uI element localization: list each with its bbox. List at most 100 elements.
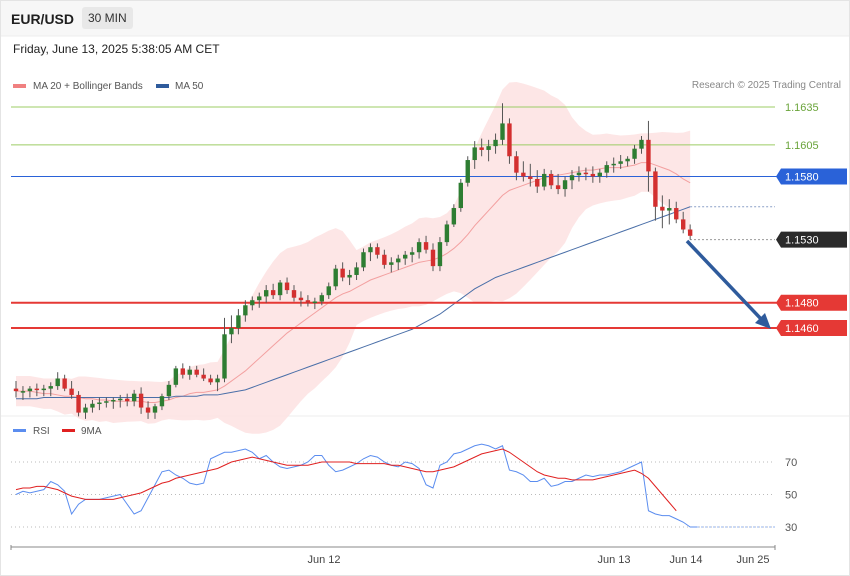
candle-body	[653, 171, 658, 207]
candle-body	[507, 123, 512, 157]
candle-body	[131, 393, 137, 402]
candle-body	[326, 286, 331, 296]
candle-body	[152, 406, 158, 413]
candle-body	[368, 247, 373, 253]
candle-body	[618, 161, 623, 164]
candle-body	[430, 249, 436, 267]
candle-body	[465, 160, 470, 183]
candle-body	[555, 185, 561, 190]
candle-body	[27, 388, 33, 392]
candle-body	[347, 274, 352, 278]
candle-body	[639, 139, 644, 149]
rsi-tick-70: 70	[785, 457, 797, 469]
candle-body	[576, 172, 582, 176]
candle-body	[674, 208, 679, 220]
candle-body	[611, 163, 616, 166]
candle-body	[104, 401, 109, 403]
candle-body	[125, 398, 130, 402]
candle-body	[319, 295, 324, 302]
candle-body	[222, 334, 227, 379]
candle-body	[632, 148, 637, 159]
candle-body	[354, 267, 359, 275]
candle-body	[660, 206, 665, 211]
x-label: Jun 13	[597, 554, 630, 566]
candle-body	[423, 242, 429, 250]
candle-body	[500, 123, 505, 140]
candle-body	[569, 175, 575, 181]
candle-body	[583, 172, 589, 175]
bollinger-band	[16, 81, 691, 434]
candle-body	[409, 252, 415, 255]
level-label-1.1480: 1.1480	[785, 298, 819, 310]
candle-body	[243, 305, 248, 316]
candle-body	[159, 396, 165, 407]
candle-body	[229, 328, 234, 335]
candle-body	[76, 394, 81, 413]
candle-body	[403, 254, 408, 259]
candle-body	[215, 378, 220, 383]
candle-body	[145, 407, 151, 413]
candle-body	[542, 173, 547, 187]
candle-body	[270, 290, 276, 296]
candle-body	[333, 268, 338, 287]
level-label-1.1635: 1.1635	[785, 102, 819, 114]
candle-body	[166, 384, 172, 397]
candle-body	[562, 180, 568, 190]
candle-body	[444, 224, 450, 243]
candle-body	[416, 242, 422, 253]
candle-body	[173, 368, 179, 385]
candle-body	[20, 391, 26, 393]
candle-body	[528, 176, 533, 179]
candle-body	[646, 139, 651, 172]
candle-body	[55, 378, 60, 387]
candle-body	[118, 398, 123, 401]
candle-body	[667, 208, 672, 211]
candle-body	[458, 182, 463, 209]
candle-body	[41, 388, 46, 391]
candle-body	[521, 172, 526, 177]
candle-body	[250, 300, 255, 306]
candle-body	[138, 393, 144, 408]
candle-body	[69, 388, 74, 395]
rsi-tick-30: 30	[785, 522, 797, 534]
candle-body	[34, 388, 40, 391]
rsi-line	[15, 443, 698, 528]
candle-body	[681, 219, 686, 230]
price-chart[interactable]: 1.1635 1.1605 1.1580 1.1530 1.1480 1.1460 30 50…	[0, 0, 850, 576]
candle-body	[62, 378, 67, 389]
x-label: Jun 25	[736, 554, 769, 566]
candle-body	[291, 290, 297, 298]
level-label-1.1460: 1.1460	[785, 323, 819, 335]
candle-body	[472, 147, 477, 161]
candle-body	[437, 242, 443, 267]
candle-body	[90, 403, 95, 408]
candle-body	[284, 282, 290, 291]
candle-body	[514, 156, 519, 173]
candle-body	[396, 258, 401, 263]
candle-body	[548, 173, 554, 186]
candle-body	[111, 399, 116, 402]
level-label-1.1605: 1.1605	[785, 140, 819, 152]
candle-body	[597, 172, 602, 177]
candle-body	[479, 147, 484, 150]
candle-body	[257, 296, 262, 301]
rsi-tick-50: 50	[785, 490, 797, 502]
candle-body	[13, 388, 19, 392]
level-label-1.1530: 1.1530	[785, 235, 819, 247]
candle-body	[264, 290, 269, 297]
rsi-ma9-line	[15, 448, 677, 512]
candle-body	[312, 301, 318, 303]
candle-body	[451, 208, 457, 225]
candle-body	[625, 158, 630, 162]
candle-body	[194, 369, 199, 375]
candle-body	[277, 282, 283, 296]
candle-body	[97, 402, 102, 405]
x-label: Jun 12	[307, 554, 340, 566]
candle-body	[340, 268, 345, 278]
candle-body	[535, 178, 540, 187]
candle-body	[48, 386, 53, 389]
candle-body	[298, 297, 304, 301]
candle-body	[375, 247, 380, 255]
candle-body	[604, 165, 609, 173]
candle-body	[208, 378, 213, 383]
